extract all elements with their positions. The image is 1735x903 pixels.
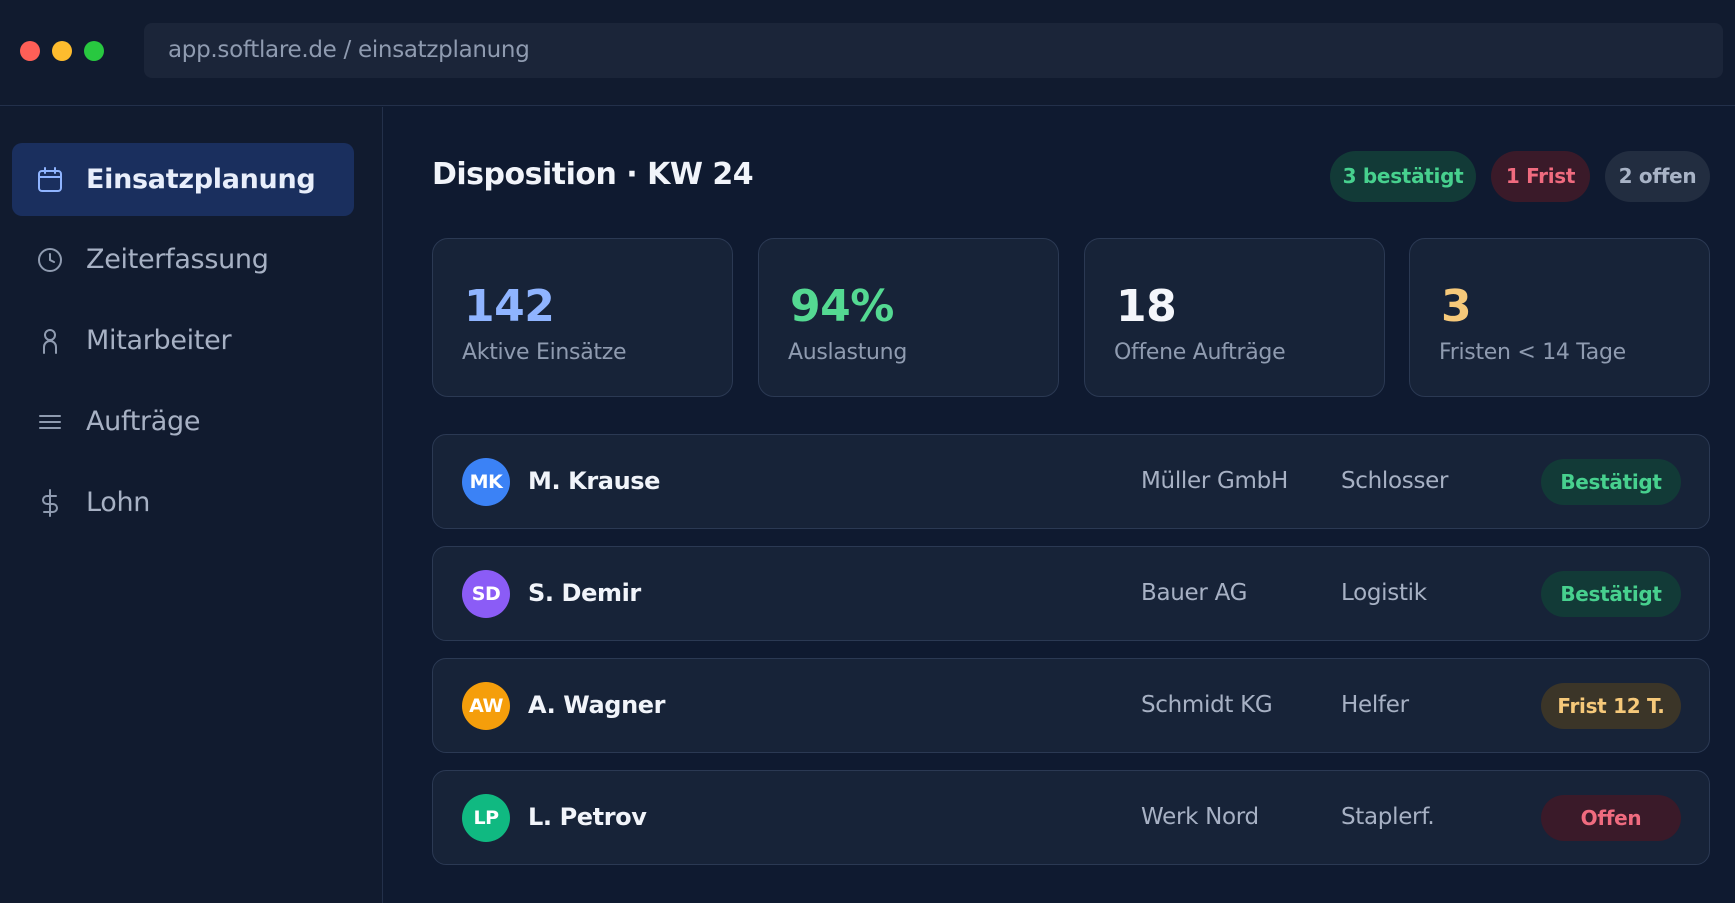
- stat-label: Fristen < 14 Tage: [1439, 340, 1626, 365]
- filter-chip-confirmed[interactable]: 3 bestätigt: [1330, 151, 1476, 202]
- client-name: Bauer AG: [1141, 580, 1248, 606]
- filter-chip-deadline[interactable]: 1 Frist: [1491, 151, 1590, 202]
- status-badge: Frist 12 T.: [1541, 683, 1681, 729]
- sidebar-item-label: Mitarbeiter: [86, 325, 232, 356]
- person-icon: [24, 304, 76, 377]
- stat-value: 3: [1441, 281, 1472, 332]
- stat-card-utilization: 94% Auslastung: [758, 238, 1059, 397]
- employee-name: S. Demir: [528, 579, 641, 607]
- status-badge: Bestätigt: [1541, 459, 1681, 505]
- maximize-window-button[interactable]: [84, 41, 104, 61]
- employee-name: A. Wagner: [528, 691, 666, 719]
- address-bar[interactable]: app.softlare.de / einsatzplanung: [144, 23, 1723, 78]
- stat-value: 142: [464, 281, 555, 332]
- stat-label: Offene Aufträge: [1114, 340, 1286, 365]
- sidebar-item-zeiterfassung[interactable]: Zeiterfassung: [12, 223, 354, 296]
- avatar: LP: [462, 794, 510, 842]
- client-name: Schmidt KG: [1141, 692, 1273, 718]
- employee-name: M. Krause: [528, 467, 661, 495]
- window-titlebar: app.softlare.de / einsatzplanung: [0, 0, 1735, 106]
- list-item[interactable]: AW A. Wagner Schmidt KG Helfer Frist 12 …: [432, 658, 1710, 753]
- avatar: AW: [462, 682, 510, 730]
- clock-icon: [24, 223, 76, 296]
- role-name: Staplerf.: [1341, 804, 1435, 830]
- avatar: SD: [462, 570, 510, 618]
- stat-card-open-orders: 18 Offene Aufträge: [1084, 238, 1385, 397]
- stat-card-active-assignments: 142 Aktive Einsätze: [432, 238, 733, 397]
- list-icon: [24, 385, 76, 458]
- sidebar-item-label: Aufträge: [86, 406, 201, 437]
- status-badge: Offen: [1541, 795, 1681, 841]
- dollar-icon: [24, 466, 76, 539]
- employee-name: L. Petrov: [528, 803, 647, 831]
- calendar-icon: [24, 143, 76, 216]
- minimize-window-button[interactable]: [52, 41, 72, 61]
- stat-label: Auslastung: [788, 340, 907, 365]
- sidebar-item-label: Lohn: [86, 487, 151, 518]
- list-item[interactable]: LP L. Petrov Werk Nord Staplerf. Offen: [432, 770, 1710, 865]
- stat-value: 94%: [790, 281, 894, 332]
- client-name: Werk Nord: [1141, 804, 1259, 830]
- role-name: Logistik: [1341, 580, 1427, 606]
- sidebar-item-mitarbeiter[interactable]: Mitarbeiter: [12, 304, 354, 377]
- close-window-button[interactable]: [20, 41, 40, 61]
- stat-value: 18: [1116, 281, 1177, 332]
- role-name: Schlosser: [1341, 468, 1449, 494]
- sidebar-item-lohn[interactable]: Lohn: [12, 466, 354, 539]
- avatar: MK: [462, 458, 510, 506]
- role-name: Helfer: [1341, 692, 1409, 718]
- sidebar-item-label: Zeiterfassung: [86, 244, 269, 275]
- list-item[interactable]: MK M. Krause Müller GmbH Schlosser Bestä…: [432, 434, 1710, 529]
- sidebar: Einsatzplanung Zeiterfassung Mitarbeiter: [0, 107, 383, 903]
- client-name: Müller GmbH: [1141, 468, 1288, 494]
- sidebar-item-einsatzplanung[interactable]: Einsatzplanung: [12, 143, 354, 216]
- sidebar-item-label: Einsatzplanung: [86, 164, 316, 195]
- sidebar-item-auftraege[interactable]: Aufträge: [12, 385, 354, 458]
- page-title: Disposition · KW 24: [432, 157, 754, 192]
- list-item[interactable]: SD S. Demir Bauer AG Logistik Bestätigt: [432, 546, 1710, 641]
- status-badge: Bestätigt: [1541, 571, 1681, 617]
- stat-card-deadlines: 3 Fristen < 14 Tage: [1409, 238, 1710, 397]
- filter-chip-open[interactable]: 2 offen: [1605, 151, 1710, 202]
- stat-label: Aktive Einsätze: [462, 340, 627, 365]
